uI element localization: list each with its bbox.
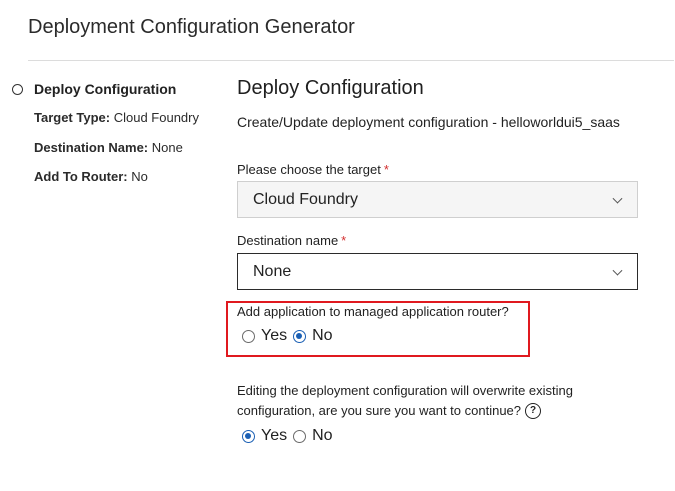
destination-label-text: Destination name xyxy=(237,233,339,248)
step-indicator-icon xyxy=(12,84,23,95)
radio-label: No xyxy=(312,427,333,444)
destination-select[interactable]: None xyxy=(237,253,638,290)
page-title: Deployment Configuration Generator xyxy=(28,16,355,38)
target-select[interactable]: Cloud Foundry xyxy=(237,181,638,218)
overwrite-radio-group: Yes No xyxy=(242,427,339,445)
overwrite-warning-line2-text: configuration, are you sure you want to … xyxy=(237,403,522,418)
overwrite-radio-no[interactable]: No xyxy=(293,427,333,445)
chevron-down-icon xyxy=(612,265,623,276)
section-subtitle: Create/Update deployment configuration -… xyxy=(237,114,620,130)
target-select-value: Cloud Foundry xyxy=(253,190,358,208)
summary-key: Add To Router: xyxy=(34,169,128,184)
summary-destination-name: Destination Name: None xyxy=(34,140,183,155)
summary-value: No xyxy=(131,169,148,184)
radio-unchecked-icon[interactable] xyxy=(293,429,307,443)
overwrite-warning-line1: Editing the deployment configuration wil… xyxy=(237,383,574,398)
summary-key: Target Type: xyxy=(34,110,111,125)
chevron-down-icon xyxy=(612,193,623,204)
overwrite-warning-line2: configuration, are you sure you want to … xyxy=(237,401,573,421)
router-radio-group: Yes No xyxy=(242,327,339,345)
radio-checked-icon[interactable] xyxy=(293,329,307,343)
radio-unchecked-icon[interactable] xyxy=(242,329,255,343)
overwrite-warning: Editing the deployment configuration wil… xyxy=(237,381,573,421)
section-title: Deploy Configuration xyxy=(237,77,424,99)
required-marker: * xyxy=(383,162,389,177)
header-divider xyxy=(28,60,674,61)
sidebar-step-title[interactable]: Deploy Configuration xyxy=(34,81,176,97)
radio-label: No xyxy=(312,327,333,344)
target-label: Please choose the target * xyxy=(237,162,389,177)
router-question: Add application to managed application r… xyxy=(237,304,509,319)
radio-label: Yes xyxy=(261,327,288,344)
summary-value: Cloud Foundry xyxy=(113,110,199,125)
summary-target-type: Target Type: Cloud Foundry xyxy=(34,110,199,125)
destination-select-value: None xyxy=(253,262,292,280)
help-icon[interactable]: ? xyxy=(525,402,542,419)
radio-checked-icon[interactable] xyxy=(242,429,255,443)
radio-label: Yes xyxy=(261,427,288,444)
summary-add-to-router: Add To Router: No xyxy=(34,169,148,184)
summary-key: Destination Name: xyxy=(34,140,149,155)
target-label-text: Please choose the target xyxy=(237,162,381,177)
summary-value: None xyxy=(151,140,183,155)
deployment-config-page: Deployment Configuration Generator Deplo… xyxy=(0,0,675,491)
overwrite-radio-yes[interactable]: Yes xyxy=(242,427,287,445)
router-radio-yes[interactable]: Yes xyxy=(242,327,287,345)
destination-label: Destination name * xyxy=(237,233,346,248)
router-radio-no[interactable]: No xyxy=(293,327,333,345)
required-marker: * xyxy=(341,233,347,248)
